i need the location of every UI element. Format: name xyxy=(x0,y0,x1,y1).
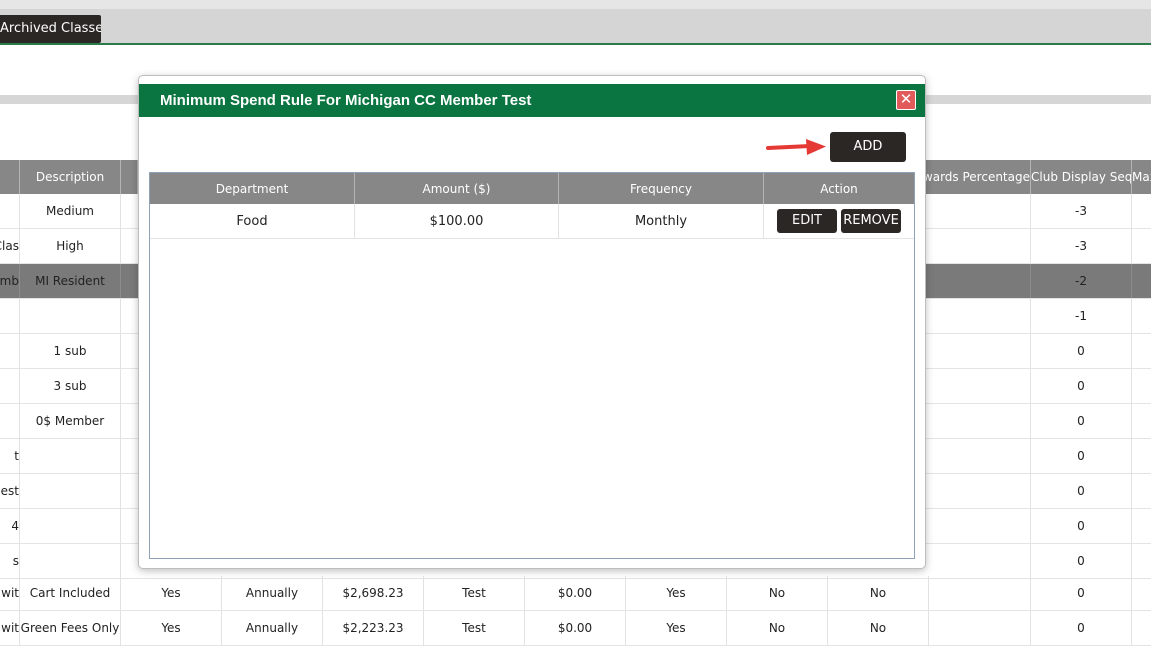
row-cell-sequence: 0 xyxy=(1031,509,1132,543)
header-cell-max[interactable]: Max xyxy=(1132,160,1151,194)
row-cell-sequence: 0 xyxy=(1031,404,1132,438)
minimum-spend-table-header: Department Amount ($) Frequency Action xyxy=(150,173,914,204)
remove-button[interactable]: REMOVE xyxy=(841,209,901,233)
edit-button[interactable]: EDIT xyxy=(777,209,837,233)
row-cell-sequence: 0 xyxy=(1031,576,1132,610)
row-cell-c8: Yes xyxy=(626,611,727,645)
row-cell-awards xyxy=(926,544,1031,578)
header-cell-blank xyxy=(121,160,138,194)
row-cell-sequence: 0 xyxy=(1031,611,1132,645)
row-cell-a: emb xyxy=(0,264,20,298)
header-cell-a[interactable] xyxy=(0,160,20,194)
row-cell-awards xyxy=(926,299,1031,333)
row-cell-description xyxy=(20,509,121,543)
row-cell-a: e wit xyxy=(0,611,20,645)
row-cell-description: 1 sub xyxy=(20,334,121,368)
row-cell-a xyxy=(0,369,20,403)
row-cell-description xyxy=(20,474,121,508)
row-cell-a: s xyxy=(0,544,20,578)
row-cell-sequence: -3 xyxy=(1031,229,1132,263)
row-cell-sequence: 0 xyxy=(1031,439,1132,473)
row-cell-c3: Yes xyxy=(121,611,222,645)
header-amount[interactable]: Amount ($) xyxy=(355,173,559,204)
dialog-header: Minimum Spend Rule For Michigan CC Membe… xyxy=(139,84,925,117)
row-cell-a: t xyxy=(0,439,20,473)
row-cell-sequence: -3 xyxy=(1031,194,1132,228)
row-cell-awards xyxy=(926,404,1031,438)
cell-department: Food xyxy=(150,204,355,238)
row-cell-sequence: 0 xyxy=(1031,334,1132,368)
row-cell-c6: Test xyxy=(424,611,525,645)
minimum-spend-table: Department Amount ($) Frequency Action F… xyxy=(149,172,915,559)
row-cell-sequence: 0 xyxy=(1031,369,1132,403)
row-cell-awards xyxy=(926,439,1031,473)
row-cell-sequence: 0 xyxy=(1031,474,1132,508)
row-cell-c5: $2,223.23 xyxy=(323,611,424,645)
table-row[interactable]: e wit Green Fees Only Yes Annually $2,22… xyxy=(0,611,1151,646)
row-cell-description: Green Fees Only xyxy=(20,611,121,645)
row-cell-a xyxy=(0,194,20,228)
close-icon[interactable]: ✕ xyxy=(896,90,916,110)
dialog-title: Minimum Spend Rule For Michigan CC Membe… xyxy=(160,92,532,109)
row-cell-sequence: -1 xyxy=(1031,299,1132,333)
row-cell-description xyxy=(20,299,121,333)
page: Archived Classes Description s Awards Pe… xyxy=(0,0,1151,651)
table-row[interactable]: Food $100.00 Monthly EDIT REMOVE xyxy=(150,204,914,239)
row-cell-a: 4 xyxy=(0,509,20,543)
row-cell-a: Clas xyxy=(0,229,20,263)
row-cell-awards xyxy=(926,229,1031,263)
row-cell-awards xyxy=(929,611,1031,645)
row-cell-description: MI Resident xyxy=(20,264,121,298)
arrow-right-icon xyxy=(766,139,826,155)
header-cell-club-display-sequence[interactable]: Club Display Seque xyxy=(1031,160,1132,194)
tab-strip: Archived Classes xyxy=(0,9,1151,45)
row-cell-awards xyxy=(926,369,1031,403)
row-cell-a: e wit xyxy=(0,576,20,610)
row-cell-sequence: 0 xyxy=(1031,544,1132,578)
row-cell-awards xyxy=(926,474,1031,508)
cell-amount: $100.00 xyxy=(355,204,559,238)
row-cell-c6: Test xyxy=(424,576,525,610)
table-row[interactable]: e wit Cart Included Yes Annually $2,698.… xyxy=(0,576,1151,611)
row-cell-description xyxy=(20,439,121,473)
row-cell-description xyxy=(20,544,121,578)
row-cell-c8: Yes xyxy=(626,576,727,610)
row-cell-c5: $2,698.23 xyxy=(323,576,424,610)
row-cell-awards xyxy=(929,576,1031,610)
row-cell-a xyxy=(0,404,20,438)
row-cell-c9: No xyxy=(727,611,828,645)
header-cell-description[interactable]: Description xyxy=(20,160,121,194)
row-cell-c9: No xyxy=(727,576,828,610)
row-cell-c3: Yes xyxy=(121,576,222,610)
row-cell-description: Medium xyxy=(20,194,121,228)
tab-archived-classes[interactable]: Archived Classes xyxy=(0,15,101,43)
row-cell-awards xyxy=(926,194,1031,228)
row-cell-description: 3 sub xyxy=(20,369,121,403)
header-department[interactable]: Department xyxy=(150,173,355,204)
row-cell-awards xyxy=(926,264,1031,298)
header-cell-awards-percentage[interactable]: s Awards Percentage xyxy=(926,160,1031,194)
minimum-spend-rule-dialog: Minimum Spend Rule For Michigan CC Membe… xyxy=(138,75,926,569)
row-cell-awards xyxy=(926,509,1031,543)
row-cell-c10: No xyxy=(828,576,929,610)
top-bar xyxy=(0,0,1151,9)
row-cell-c4: Annually xyxy=(222,576,323,610)
row-cell-c10: No xyxy=(828,611,929,645)
cell-frequency: Monthly xyxy=(559,204,764,238)
row-cell-a: est xyxy=(0,474,20,508)
row-cell-description: Cart Included xyxy=(20,576,121,610)
row-cell-c7: $0.00 xyxy=(525,576,626,610)
row-cell-description: High xyxy=(20,229,121,263)
add-button[interactable]: ADD xyxy=(830,132,906,162)
row-cell-a xyxy=(0,334,20,368)
row-cell-a xyxy=(0,299,20,333)
row-cell-c4: Annually xyxy=(222,611,323,645)
header-action: Action xyxy=(820,181,858,196)
header-frequency[interactable]: Frequency xyxy=(559,173,764,204)
row-cell-awards xyxy=(926,334,1031,368)
row-cell-sequence: -2 xyxy=(1031,264,1132,298)
row-cell-description: 0$ Member xyxy=(20,404,121,438)
row-cell-c7: $0.00 xyxy=(525,611,626,645)
cell-action: EDIT REMOVE xyxy=(764,204,914,238)
